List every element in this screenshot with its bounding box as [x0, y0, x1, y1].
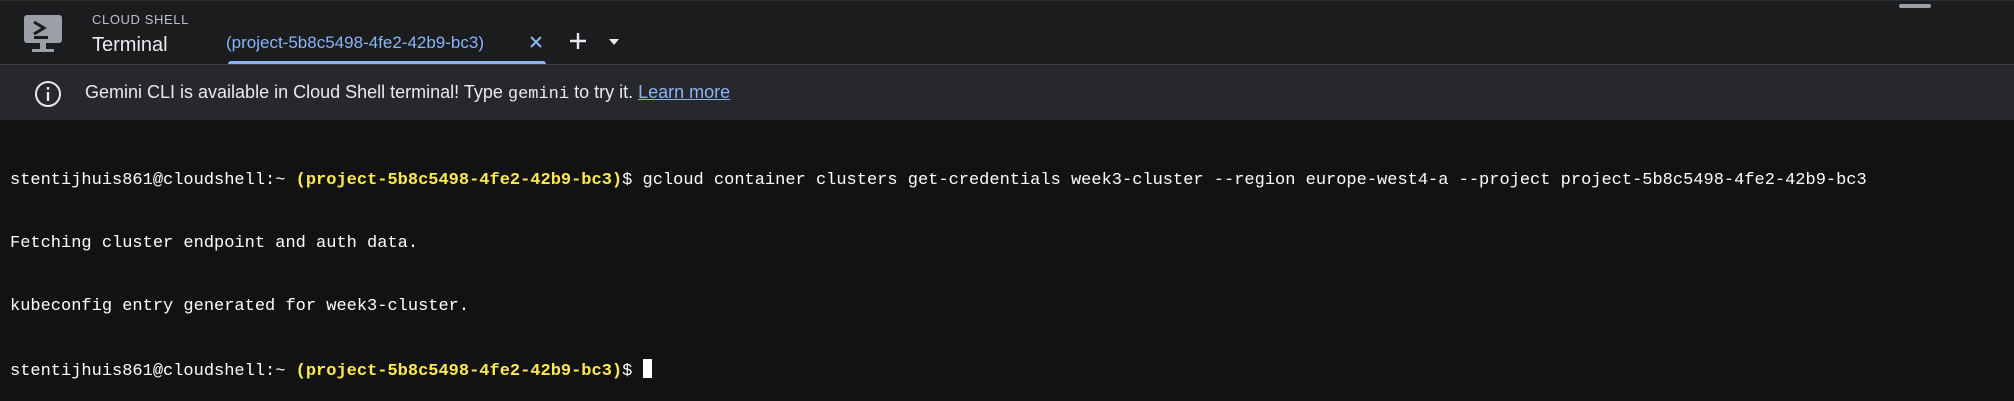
close-icon[interactable]	[527, 33, 545, 51]
info-icon	[35, 81, 61, 107]
terminal-command: gcloud container clusters get-credential…	[642, 171, 1867, 190]
chevron-down-icon[interactable]	[605, 33, 623, 51]
gemini-info-banner: Gemini CLI is available in Cloud Shell t…	[0, 64, 2014, 120]
tab-label: (project-5b8c5498-4fe2-42b9-bc3)	[226, 33, 484, 52]
terminal-prompt-line: stentijhuis861@cloudshell:~ (project-5b8…	[10, 359, 2014, 381]
banner-text-after: to try it.	[569, 82, 639, 102]
cloud-shell-header: CLOUD SHELL Terminal (project-5b8c5498-4…	[0, 0, 2014, 65]
banner-command: gemini	[507, 85, 570, 104]
cloud-shell-icon	[24, 15, 62, 52]
learn-more-link[interactable]: Learn more	[638, 82, 730, 102]
prompt-project: (project-5b8c5498-4fe2-42b9-bc3)	[295, 171, 623, 190]
prompt-symbol: $	[622, 171, 643, 190]
page-title: Terminal	[92, 34, 168, 56]
terminal-output[interactable]: stentijhuis861@cloudshell:~ (project-5b8…	[0, 120, 2014, 381]
banner-message: Gemini CLI is available in Cloud Shell t…	[85, 82, 730, 104]
prompt-symbol: $	[622, 362, 643, 381]
plus-icon[interactable]	[566, 29, 590, 53]
prompt-user: stentijhuis861@cloudshell:~	[10, 362, 296, 381]
product-label: CLOUD SHELL	[92, 12, 189, 27]
terminal-command-line: stentijhuis861@cloudshell:~ (project-5b8…	[10, 170, 2014, 191]
prompt-project: (project-5b8c5498-4fe2-42b9-bc3)	[295, 362, 623, 381]
terminal-cursor	[642, 359, 652, 378]
prompt-user: stentijhuis861@cloudshell:~	[10, 171, 296, 190]
banner-text-before: Gemini CLI is available in Cloud Shell t…	[85, 82, 508, 102]
tab-project[interactable]: (project-5b8c5498-4fe2-42b9-bc3)	[222, 23, 547, 65]
minimize-icon[interactable]	[1899, 4, 1931, 8]
terminal-output-line: kubeconfig entry generated for week3-clu…	[10, 297, 470, 316]
terminal-output-line: Fetching cluster endpoint and auth data.	[10, 234, 419, 253]
